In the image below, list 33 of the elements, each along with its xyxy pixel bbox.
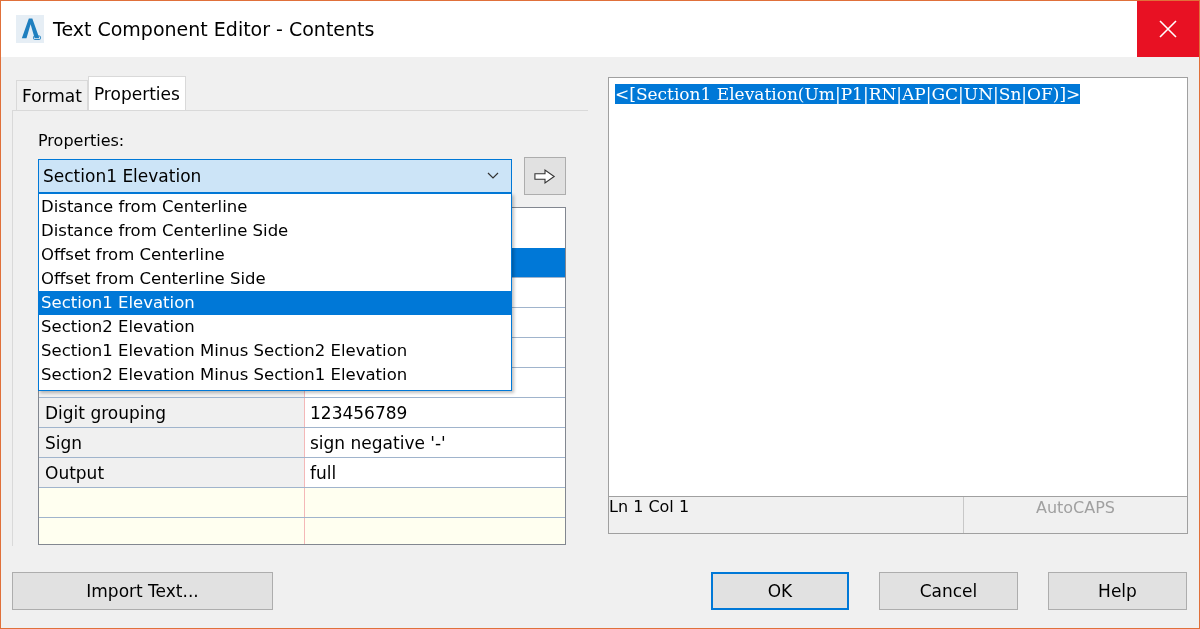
- editor-text: <[Section1 Elevation(Um|P1|RN|AP|GC|UN|Sn|OF)]>: [615, 84, 1081, 104]
- dropdown-item[interactable]: Distance from Centerline: [39, 195, 511, 219]
- arrow-right-icon: [534, 168, 556, 184]
- dropdown-item[interactable]: Section1 Elevation Minus Section2 Elevation: [39, 339, 511, 363]
- dropdown-item[interactable]: Section1 Elevation: [39, 291, 511, 315]
- dropdown-value: Section1 Elevation: [43, 166, 202, 186]
- property-value: full: [310, 462, 337, 483]
- property-value: sign negative '-': [310, 432, 446, 453]
- dropdown-item[interactable]: Section2 Elevation Minus Section1 Elevation: [39, 363, 511, 387]
- text-editor[interactable]: <[Section1 Elevation(Um|P1|RN|AP|GC|UN|Sn|OF)]>: [609, 78, 1187, 496]
- chevron-down-icon: [487, 172, 499, 180]
- close-icon: [1158, 18, 1178, 39]
- dialog-button[interactable]: Help: [1048, 572, 1187, 610]
- insert-button[interactable]: [524, 157, 566, 195]
- property-value: 123456789: [310, 402, 408, 423]
- property-name: Output: [45, 462, 105, 483]
- app-logo-icon: [16, 15, 44, 43]
- dropdown-item[interactable]: Section2 Elevation: [39, 315, 511, 339]
- cursor-position: Ln 1 Col 1: [609, 497, 690, 516]
- property-name: Sign: [45, 432, 83, 453]
- dialog-button[interactable]: Import Text...: [12, 572, 273, 610]
- window-title: Text Component Editor - Contents: [53, 18, 376, 40]
- dropdown-item[interactable]: Distance from Centerline Side: [39, 219, 511, 243]
- property-name: Digit grouping: [45, 402, 167, 423]
- dialog-button[interactable]: OK: [711, 572, 849, 610]
- dialog-button[interactable]: Cancel: [879, 572, 1018, 610]
- dropdown-item[interactable]: Offset from Centerline: [39, 243, 511, 267]
- autocaps-indicator: AutoCAPS: [1035, 498, 1116, 517]
- properties-label: Properties:: [38, 131, 126, 152]
- property-dropdown[interactable]: Section1 Elevation: [38, 159, 512, 193]
- tab[interactable]: Properties: [87, 76, 186, 110]
- tab[interactable]: Format: [16, 80, 88, 110]
- dropdown-item[interactable]: Offset from Centerline Side: [39, 267, 511, 291]
